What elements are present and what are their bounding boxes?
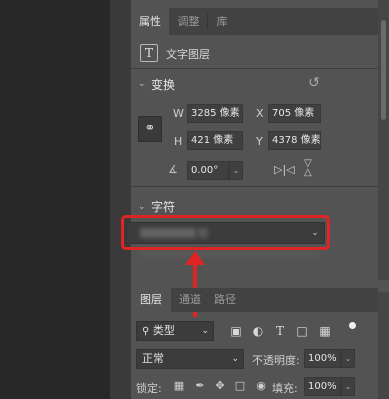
lock-all-icon[interactable]: ◉ [254,379,268,393]
adjustment-layer-filter-icon[interactable]: ◐ [251,324,265,338]
transform-section-title[interactable]: 变换 [151,76,175,93]
height-field[interactable]: 421 像素 [187,131,243,150]
character-collapse-chevron-icon[interactable]: ⌄ [138,202,146,212]
y-label: Y [256,135,263,148]
properties-scroll-thumb[interactable] [381,20,386,120]
panel-gutter [110,0,131,399]
lock-image-pixels-icon[interactable]: ✒ [193,379,207,393]
x-position-field[interactable]: 705 像素 [268,104,321,123]
blend-mode-label: 正常 [142,352,164,365]
pixel-layer-filter-icon[interactable]: ▣ [229,324,243,338]
fill-field[interactable]: 100% [304,377,341,396]
chevron-down-icon: ⌄ [231,354,239,364]
fill-chevron-icon[interactable]: ⌄ [341,377,355,396]
filter-kind-label: 类型 [152,324,175,337]
transform-collapse-chevron-icon[interactable]: ⌄ [138,79,146,89]
type-layer-filter-icon[interactable]: T [273,324,287,338]
y-position-field[interactable]: 4378 像素 [268,131,321,150]
height-label: H [174,135,183,148]
width-field[interactable]: 3285 像素 [187,104,243,123]
reset-transform-icon[interactable]: ↺ [306,75,322,91]
tab-libraries[interactable]: 库 [208,8,236,35]
rotation-angle-field[interactable]: 0.00° [187,161,229,180]
flip-horizontal-icon[interactable]: ▷|◁ [274,163,295,176]
annotation-highlight-box [121,215,330,250]
faded-font-style-row [140,250,320,258]
blend-mode-dropdown[interactable]: 正常 ⌄ [136,349,244,369]
lock-transparent-pixels-icon[interactable]: ▦ [172,379,186,393]
rotation-dropdown-chevron-icon[interactable]: ⌄ [229,161,243,180]
link-dimensions-button[interactable]: ⚭ [138,116,162,142]
lock-position-icon[interactable]: ✥ [213,379,227,393]
search-icon: ⚲ [142,326,150,337]
smart-object-filter-icon[interactable]: ▦ [318,324,332,338]
opacity-label: 不透明度: [252,354,300,367]
character-section-title[interactable]: 字符 [151,198,175,215]
x-label: X [256,107,264,120]
canvas-area [0,0,110,399]
text-layer-icon: T [140,44,158,62]
tab-layers[interactable]: 图层 [131,288,171,312]
fill-label: 填充: [272,382,298,395]
lock-label: 锁定: [136,382,162,395]
layer-type-label: 文字图层 [166,48,210,61]
shape-layer-filter-icon[interactable]: □ [295,324,309,338]
filter-toggle-icon[interactable] [349,322,356,329]
layer-filter-kind-dropdown[interactable]: ⚲ 类型 ⌄ [136,321,214,341]
divider [131,68,378,69]
flip-vertical-icon[interactable]: ▽ △ [304,159,312,178]
tab-properties[interactable]: 属性 [131,8,169,35]
tab-adjustments[interactable]: 调整 [170,8,207,35]
lock-artboard-icon[interactable]: □ [233,379,247,393]
chevron-down-icon: ⌄ [201,326,209,336]
chain-link-icon: ⚭ [144,121,156,136]
opacity-field[interactable]: 100% [304,349,341,368]
angle-icon: ∡ [168,163,178,176]
tab-channels[interactable]: 通道 [172,288,208,312]
divider [131,186,378,187]
width-label: W [173,107,184,120]
layers-scrollbar[interactable] [378,292,389,399]
opacity-chevron-icon[interactable]: ⌄ [341,349,355,368]
tab-paths[interactable]: 路径 [208,288,242,312]
